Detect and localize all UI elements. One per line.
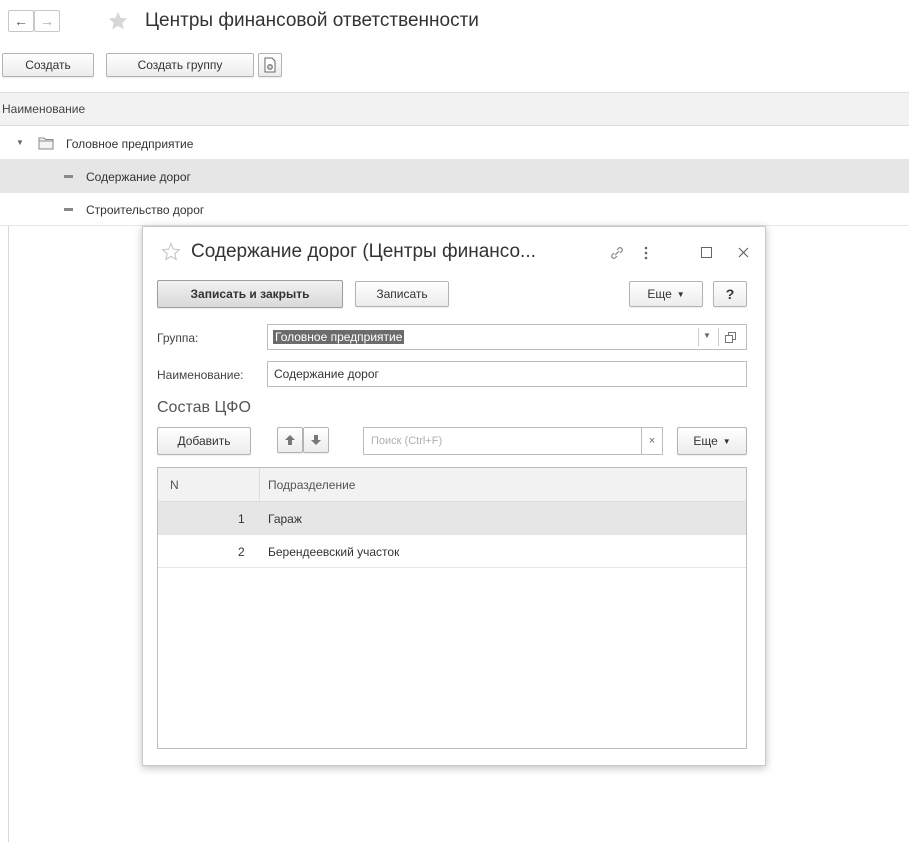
- move-up-button[interactable]: [277, 427, 303, 453]
- save-button[interactable]: Записать: [355, 281, 449, 307]
- name-label: Наименование:: [157, 368, 244, 382]
- tree-row-group[interactable]: ▼ Головное предприятие: [0, 127, 909, 160]
- column-unit-header: Подразделение: [268, 478, 356, 492]
- tree-item-label: Головное предприятие: [66, 137, 194, 151]
- maximize-icon[interactable]: [701, 247, 712, 258]
- column-n-header: N: [170, 478, 179, 492]
- tree-item-label: Строительство дорог: [86, 203, 205, 217]
- arrow-left-icon: ←: [14, 13, 28, 29]
- link-icon[interactable]: [609, 245, 625, 261]
- item-icon: [64, 175, 73, 178]
- name-value: Содержание дорог: [274, 367, 379, 381]
- search-clear-button[interactable]: ×: [641, 427, 663, 455]
- search-input[interactable]: Поиск (Ctrl+F): [363, 427, 663, 455]
- copy-document-button[interactable]: [258, 53, 282, 77]
- group-value: Головное предприятие: [273, 330, 405, 344]
- table-row[interactable]: 1 Гараж: [158, 502, 746, 535]
- arrow-down-icon: [311, 435, 321, 445]
- tree-row-item[interactable]: Строительство дорог: [0, 193, 909, 226]
- group-field[interactable]: Головное предприятие ▼: [267, 324, 747, 350]
- favorite-star-icon[interactable]: [107, 10, 129, 32]
- table-header: N Подразделение: [158, 468, 746, 502]
- save-and-close-button[interactable]: Записать и закрыть: [157, 280, 343, 308]
- page-title: Центры финансовой ответственности: [145, 10, 479, 31]
- column-separator: [259, 468, 260, 502]
- row-unit: Гараж: [268, 512, 302, 526]
- open-window-icon[interactable]: [725, 332, 736, 343]
- close-icon[interactable]: [738, 247, 749, 258]
- more-vertical-icon[interactable]: [643, 245, 649, 261]
- chevron-down-icon: ▼: [722, 436, 731, 446]
- name-field[interactable]: Содержание дорог: [267, 361, 747, 387]
- back-button[interactable]: ←: [8, 10, 34, 32]
- item-icon: [64, 208, 73, 211]
- help-button[interactable]: ?: [713, 281, 747, 307]
- move-down-button[interactable]: [303, 427, 329, 453]
- create-button[interactable]: Создать: [2, 53, 94, 77]
- row-unit: Берендеевский участок: [268, 545, 400, 559]
- table-row[interactable]: 2 Берендеевский участок: [158, 535, 746, 568]
- dropdown-arrow-icon[interactable]: ▼: [703, 331, 711, 340]
- arrow-up-icon: [285, 435, 295, 445]
- field-separator: [718, 328, 719, 346]
- more-label: Еще: [647, 287, 672, 301]
- section-title: Состав ЦФО: [157, 399, 251, 416]
- favorite-star-icon[interactable]: [161, 242, 181, 262]
- arrow-right-icon: →: [40, 13, 54, 29]
- more-button[interactable]: Еще ▼: [629, 281, 703, 307]
- create-group-button[interactable]: Создать группу: [106, 53, 254, 77]
- field-separator: [698, 328, 699, 346]
- document-copy-icon: [264, 57, 276, 73]
- tree-item-label: Содержание дорог: [86, 170, 191, 184]
- more-button-2[interactable]: Еще ▼: [677, 427, 747, 455]
- chevron-down-icon: ▼: [676, 289, 685, 299]
- dialog-title: Содержание дорог (Центры финансо...: [191, 241, 536, 262]
- expand-triangle-icon[interactable]: ▼: [16, 138, 24, 147]
- edit-dialog: Содержание дорог (Центры финансо... Запи…: [142, 226, 766, 766]
- search-placeholder: Поиск (Ctrl+F): [371, 435, 443, 447]
- list-column-header: Наименование: [0, 92, 909, 126]
- units-table: N Подразделение 1 Гараж 2 Берендеевский …: [157, 467, 747, 749]
- add-button[interactable]: Добавить: [157, 427, 251, 455]
- tree-row-item[interactable]: Содержание дорог: [0, 160, 909, 193]
- folder-icon: [38, 137, 54, 150]
- column-name-header: Наименование: [2, 102, 86, 116]
- left-border: [8, 226, 9, 842]
- more-label: Еще: [693, 434, 718, 448]
- row-number: 1: [238, 512, 245, 526]
- group-label: Группа:: [157, 331, 199, 345]
- forward-button[interactable]: →: [34, 10, 60, 32]
- row-number: 2: [238, 545, 245, 559]
